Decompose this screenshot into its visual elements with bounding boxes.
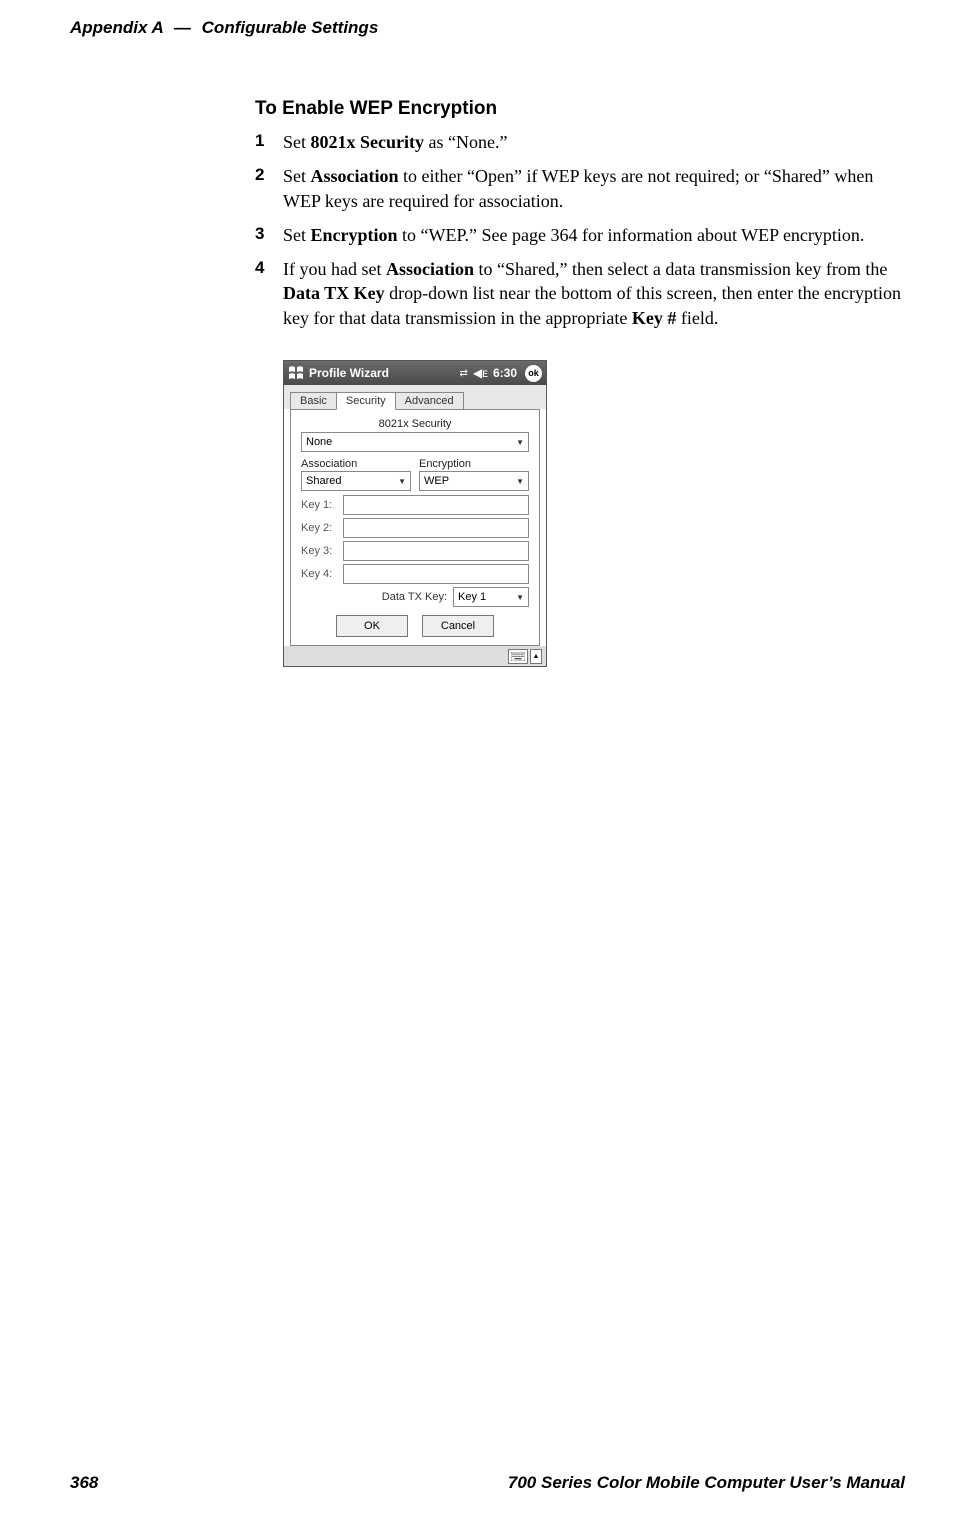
page-number: 368: [70, 1473, 98, 1493]
step-text: If you had set: [283, 259, 386, 279]
data-tx-key-select[interactable]: Key 1 ▼: [453, 587, 529, 607]
chevron-down-icon: ▼: [516, 477, 524, 486]
device-screenshot: Profile Wizard ⇄ ◀ᴇ 6:30 ok Basic Securi…: [283, 360, 547, 667]
keyboard-icon[interactable]: [508, 649, 528, 664]
appendix-label: Appendix A: [70, 18, 163, 37]
step-bold: Association: [386, 259, 474, 279]
step-number: 1: [255, 130, 264, 153]
association-select[interactable]: Shared ▼: [301, 471, 411, 491]
key1-input[interactable]: [343, 495, 529, 515]
page-footer: 368 700 Series Color Mobile Computer Use…: [70, 1473, 905, 1493]
cancel-button[interactable]: Cancel: [422, 615, 494, 637]
sip-arrow-icon[interactable]: ▲: [530, 649, 542, 664]
section-title: Configurable Settings: [202, 18, 379, 37]
step-2: 2 Set Association to either “Open” if WE…: [255, 164, 905, 213]
step-number: 2: [255, 164, 264, 187]
step-text: as “None.”: [424, 132, 507, 152]
step-1: 1 Set 8021x Security as “None.”: [255, 130, 905, 154]
chevron-down-icon: ▼: [398, 477, 406, 486]
key3-input[interactable]: [343, 541, 529, 561]
association-label: Association: [301, 458, 411, 470]
clock[interactable]: 6:30: [493, 366, 517, 380]
step-text: Set: [283, 132, 311, 152]
connectivity-icon[interactable]: ⇄: [459, 368, 467, 379]
window-title: Profile Wizard: [309, 366, 454, 380]
tab-strip: Basic Security Advanced: [284, 385, 546, 409]
step-bold: Data TX Key: [283, 283, 385, 303]
tab-advanced[interactable]: Advanced: [395, 392, 464, 410]
header-dash: —: [168, 18, 197, 37]
step-text: Set: [283, 225, 311, 245]
tab-basic[interactable]: Basic: [290, 392, 337, 410]
step-text: Set: [283, 166, 311, 186]
page-header: Appendix A — Configurable Settings: [70, 0, 905, 38]
data-tx-key-value: Key 1: [458, 591, 486, 603]
8021x-select[interactable]: None ▼: [301, 432, 529, 452]
step-text: field.: [676, 308, 718, 328]
security-panel: 8021x Security None ▼ Association Shared…: [290, 409, 540, 646]
volume-icon[interactable]: ◀ᴇ: [473, 366, 488, 380]
encryption-label: Encryption: [419, 458, 529, 470]
association-value: Shared: [306, 475, 341, 487]
key3-label: Key 3:: [301, 545, 337, 557]
8021x-value: None: [306, 436, 332, 448]
step-number: 4: [255, 257, 264, 280]
start-icon[interactable]: [288, 365, 304, 381]
key1-label: Key 1:: [301, 499, 337, 511]
chevron-down-icon: ▼: [516, 593, 524, 602]
key4-input[interactable]: [343, 564, 529, 584]
ok-close-button[interactable]: ok: [525, 365, 542, 382]
encryption-select[interactable]: WEP ▼: [419, 471, 529, 491]
step-bold: Encryption: [311, 225, 398, 245]
window-titlebar: Profile Wizard ⇄ ◀ᴇ 6:30 ok: [284, 361, 546, 385]
step-text: to “Shared,” then select a data transmis…: [474, 259, 887, 279]
key4-label: Key 4:: [301, 568, 337, 580]
step-4: 4 If you had set Association to “Shared,…: [255, 257, 905, 330]
data-tx-key-label: Data TX Key:: [382, 591, 447, 603]
manual-title: 700 Series Color Mobile Computer User’s …: [508, 1473, 905, 1493]
sip-bar: ▲: [284, 646, 546, 666]
step-bold: Key #: [632, 308, 677, 328]
ok-button[interactable]: OK: [336, 615, 408, 637]
step-3: 3 Set Encryption to “WEP.” See page 364 …: [255, 223, 905, 247]
step-bold: Association: [311, 166, 399, 186]
8021x-label: 8021x Security: [301, 418, 529, 430]
step-text: to “WEP.” See page 364 for information a…: [398, 225, 865, 245]
step-number: 3: [255, 223, 264, 246]
key2-label: Key 2:: [301, 522, 337, 534]
steps-list: 1 Set 8021x Security as “None.” 2 Set As…: [255, 130, 905, 330]
step-bold: 8021x Security: [311, 132, 424, 152]
chevron-down-icon: ▼: [516, 438, 524, 447]
tab-security[interactable]: Security: [336, 392, 396, 410]
encryption-value: WEP: [424, 475, 449, 487]
key2-input[interactable]: [343, 518, 529, 538]
procedure-heading: To Enable WEP Encryption: [255, 98, 905, 120]
